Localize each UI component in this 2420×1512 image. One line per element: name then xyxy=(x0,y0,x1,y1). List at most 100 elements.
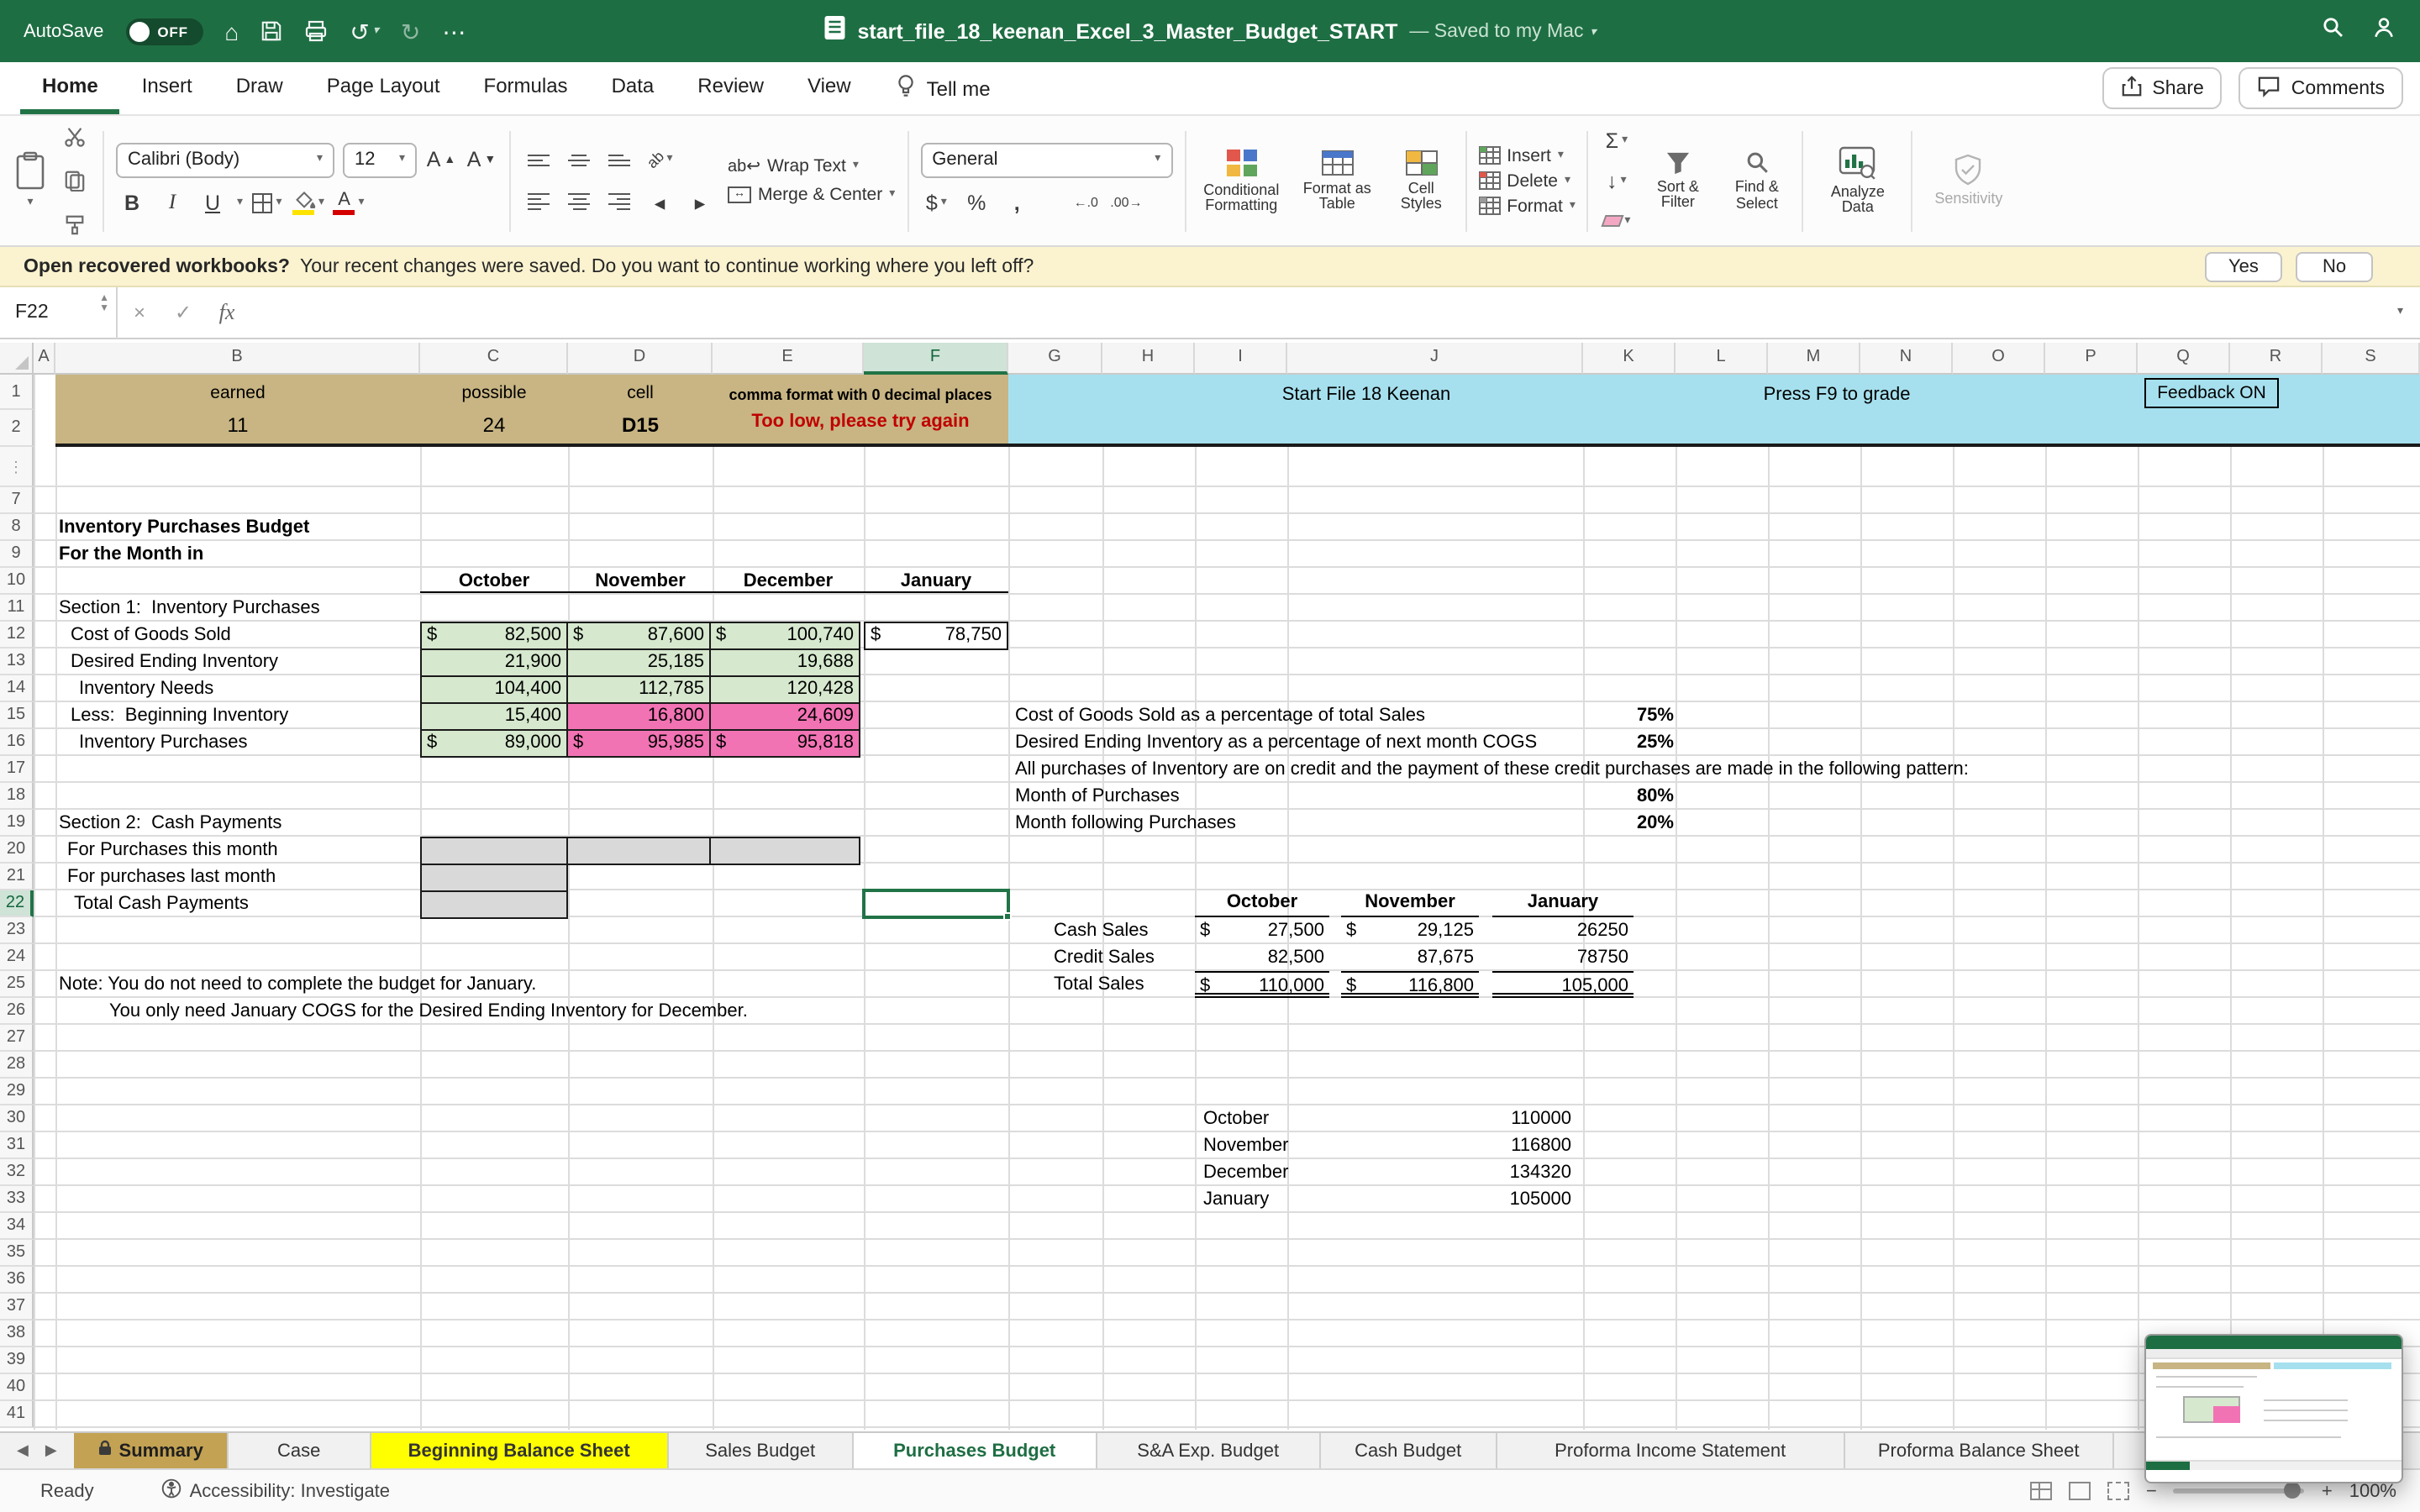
tab-page-layout[interactable]: Page Layout xyxy=(305,64,462,114)
list-january-value[interactable]: 105000 xyxy=(1428,1186,1576,1213)
tab-review[interactable]: Review xyxy=(676,64,786,114)
row-header[interactable]: 1 xyxy=(0,375,34,410)
cell-f12[interactable]: $78,750 xyxy=(864,622,1008,650)
row-header[interactable]: 18 xyxy=(0,783,34,810)
cell-c15[interactable]: 15,400 xyxy=(420,702,568,731)
cancel-entry-icon[interactable]: × xyxy=(118,301,161,324)
credit-sales-label[interactable]: Credit Sales xyxy=(1054,944,1155,971)
total-sales-label[interactable]: Total Sales xyxy=(1054,971,1144,998)
column-header-h[interactable]: H xyxy=(1102,343,1195,375)
budget-subtitle[interactable]: For the Month in xyxy=(59,541,203,568)
select-all-corner[interactable] xyxy=(0,343,34,375)
tab-data[interactable]: Data xyxy=(590,64,676,114)
redo-icon[interactable]: ↻ xyxy=(401,19,420,43)
cell-e13[interactable]: 19,688 xyxy=(709,648,860,677)
row-header[interactable]: 34 xyxy=(0,1213,34,1240)
column-header-a[interactable]: A xyxy=(34,343,55,375)
page-layout-view-icon[interactable] xyxy=(2069,1482,2091,1500)
cell-c20[interactable] xyxy=(420,837,568,865)
next-sheet-icon[interactable]: ▶ xyxy=(45,1441,57,1460)
cell-label[interactable]: cell xyxy=(568,381,713,405)
row-header[interactable]: 26 xyxy=(0,998,34,1025)
cell-c16[interactable]: $89,000 xyxy=(420,729,568,758)
comments-button[interactable]: Comments xyxy=(2239,67,2403,109)
column-header-c[interactable]: C xyxy=(420,343,568,375)
sort-filter-button[interactable]: Sort & Filter xyxy=(1643,150,1713,211)
row-header[interactable]: 25 xyxy=(0,971,34,998)
tab-formulas[interactable]: Formulas xyxy=(462,64,590,114)
cell-d16[interactable]: $95,985 xyxy=(566,729,711,758)
column-header-b[interactable]: B xyxy=(55,343,420,375)
sales-header-january[interactable]: January xyxy=(1492,890,1634,917)
note-line2[interactable]: You only need January COGS for the Desir… xyxy=(109,998,748,1025)
sales-header-october[interactable]: October xyxy=(1195,890,1329,917)
cell-c21[interactable] xyxy=(420,864,568,892)
tab-insert[interactable]: Insert xyxy=(120,64,214,114)
possible-value[interactable]: 24 xyxy=(420,410,568,440)
budget-title[interactable]: Inventory Purchases Budget xyxy=(59,514,309,541)
row-header[interactable]: 7 xyxy=(0,487,34,514)
cell-d13[interactable]: 25,185 xyxy=(566,648,711,677)
name-box[interactable]: F22 ▲▼ xyxy=(0,286,118,339)
row-header[interactable]: 32 xyxy=(0,1159,34,1186)
month-following-value[interactable]: 20% xyxy=(1580,810,1674,837)
earned-label[interactable]: earned xyxy=(55,381,420,405)
row-header-selected[interactable]: 22 xyxy=(0,890,34,917)
sheet-tab-proforma-income-statement[interactable]: Proforma Income Statement xyxy=(1497,1433,1845,1468)
cash-sales-october[interactable]: $27,500 xyxy=(1195,917,1329,944)
row-header[interactable]: 30 xyxy=(0,1105,34,1132)
column-header-s[interactable]: S xyxy=(2323,343,2420,375)
row-header[interactable]: 11 xyxy=(0,595,34,622)
credit-sales-october[interactable]: 82,500 xyxy=(1195,944,1329,971)
increase-decimal-icon[interactable]: ←.0 xyxy=(1070,186,1102,219)
home-icon[interactable]: ⌂ xyxy=(224,19,239,43)
autosave-toggle[interactable]: OFF xyxy=(125,18,203,45)
autosum-icon[interactable]: Σ▾ xyxy=(1601,123,1633,157)
increase-indent-icon[interactable]: ▸ xyxy=(684,185,716,218)
row-header[interactable]: 24 xyxy=(0,944,34,971)
column-header-o[interactable]: O xyxy=(1953,343,2045,375)
conditional-formatting-button[interactable]: Conditional Formatting xyxy=(1197,147,1285,214)
column-header-d[interactable]: D xyxy=(568,343,713,375)
fill-icon[interactable]: ↓▾ xyxy=(1601,164,1633,197)
format-feedback[interactable]: Too low, please try again xyxy=(713,407,1008,437)
cell-d15[interactable]: 16,800 xyxy=(566,702,711,731)
formula-input[interactable] xyxy=(249,286,2397,339)
column-header-n[interactable]: N xyxy=(1860,343,1953,375)
hidden-rows-marker[interactable]: ⋮ xyxy=(0,447,34,487)
delete-cells-button[interactable]: Delete▾ xyxy=(1478,171,1576,191)
row-header[interactable]: 33 xyxy=(0,1186,34,1213)
row-header[interactable]: 27 xyxy=(0,1025,34,1052)
cell-c13[interactable]: 21,900 xyxy=(420,648,568,677)
dei-pct-label[interactable]: Desired Ending Inventory as a percentage… xyxy=(1015,729,1537,756)
column-header-l[interactable]: L xyxy=(1676,343,1768,375)
column-header-r[interactable]: R xyxy=(2230,343,2323,375)
sheet-tab-proforma-balance-sheet[interactable]: Proforma Balance Sheet xyxy=(1845,1433,2114,1468)
align-middle-icon[interactable] xyxy=(563,143,595,176)
prev-sheet-icon[interactable]: ◀ xyxy=(17,1441,29,1460)
total-cash-payments-label[interactable]: Total Cash Payments xyxy=(74,890,249,917)
decrease-decimal-icon[interactable]: .00→ xyxy=(1110,186,1142,219)
column-header-f[interactable]: F xyxy=(864,343,1008,375)
confirm-entry-icon[interactable]: ✓ xyxy=(161,301,205,324)
column-header-e[interactable]: E xyxy=(713,343,864,375)
cogs-pct-value[interactable]: 75% xyxy=(1580,702,1674,729)
yes-button[interactable]: Yes xyxy=(2205,251,2282,281)
more-commands-icon[interactable]: ⋯ xyxy=(442,19,466,43)
row-header[interactable]: 12 xyxy=(0,622,34,648)
align-right-icon[interactable] xyxy=(603,185,635,218)
inventory-purchases-label[interactable]: Inventory Purchases xyxy=(79,729,248,756)
sheet-tab-sa-exp-budget[interactable]: S&A Exp. Budget xyxy=(1097,1433,1321,1468)
cell-value[interactable]: D15 xyxy=(568,410,713,440)
no-button[interactable]: No xyxy=(2296,251,2373,281)
percent-icon[interactable]: % xyxy=(960,186,992,219)
cash-sales-january[interactable]: 26250 xyxy=(1492,917,1634,944)
desired-ending-label[interactable]: Desired Ending Inventory xyxy=(71,648,278,675)
page-break-view-icon[interactable] xyxy=(2107,1482,2129,1500)
tab-home[interactable]: Home xyxy=(20,64,120,114)
align-bottom-icon[interactable] xyxy=(603,143,635,176)
row-header[interactable]: 35 xyxy=(0,1240,34,1267)
row-header[interactable]: 39 xyxy=(0,1347,34,1374)
row-header[interactable]: 10 xyxy=(0,568,34,595)
row-header[interactable]: 29 xyxy=(0,1079,34,1105)
